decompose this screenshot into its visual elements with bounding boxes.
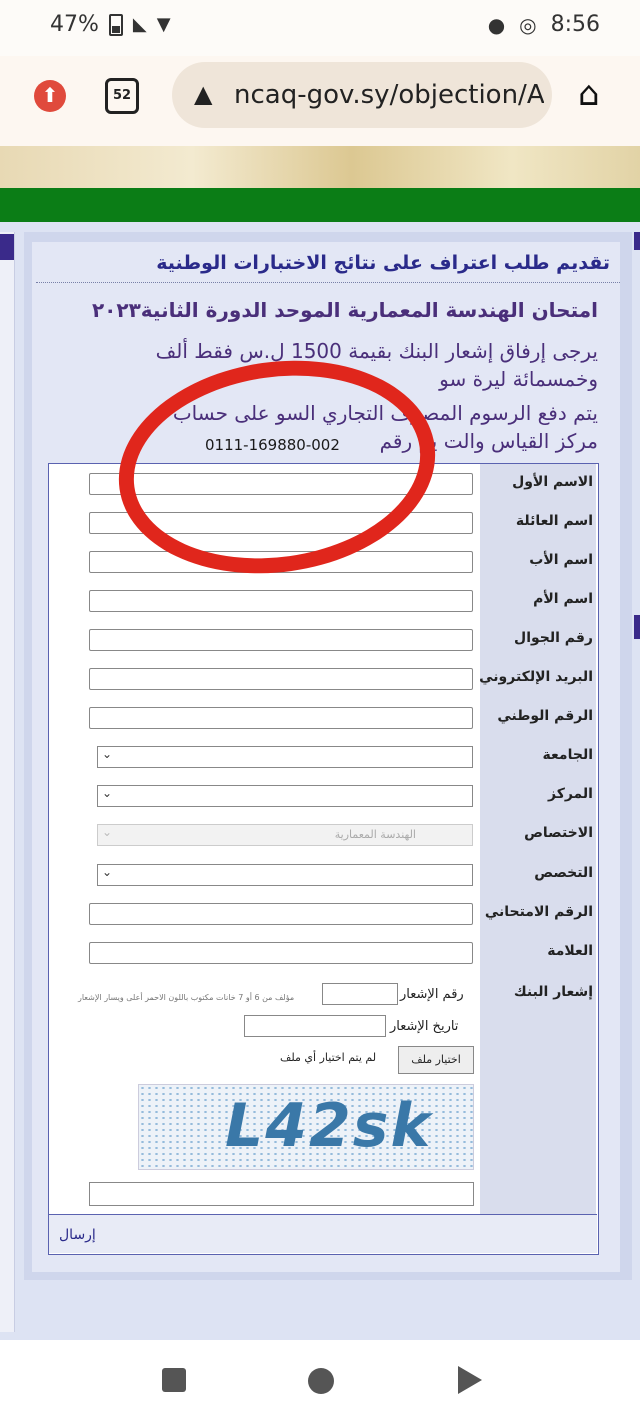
chevron-down-icon: ⌄ [102, 825, 113, 839]
home-icon[interactable]: ⌂ [578, 74, 600, 114]
form-row-mobile: رقم الجوال [49, 620, 597, 658]
choose-file-button[interactable]: اختيار ملف [398, 1046, 474, 1074]
tab-switcher-button[interactable]: 52 [105, 78, 139, 114]
form-row-specialization: الاختصاص ⌄ الهندسة المعمارية [49, 815, 597, 853]
university-label: الجامعة [542, 747, 593, 763]
notice-date-label: تاريخ الإشعار [390, 1019, 459, 1034]
captcha-input[interactable] [89, 1182, 474, 1206]
mobile-field[interactable] [89, 629, 473, 651]
header-banner [0, 146, 640, 188]
form-row-exam-number: الرقم الامتحاني [49, 894, 597, 932]
battery-icon [108, 13, 123, 36]
signal-icon: ◣ [132, 14, 147, 35]
grade-field[interactable] [89, 942, 473, 964]
center-select[interactable]: ⌄ [97, 785, 473, 807]
specialization-value: الهندسة المعمارية [334, 828, 416, 841]
chevron-down-icon: ⌄ [102, 865, 113, 879]
divider [36, 282, 620, 283]
whatsapp-icon: ◎ [519, 12, 537, 37]
mother-name-field[interactable] [89, 590, 473, 612]
captcha-text: L42sk [225, 1091, 433, 1161]
chevron-down-icon: ⌄ [102, 786, 113, 800]
form-row-national-id: الرقم الوطني [49, 698, 597, 736]
page-title: تقديم طلب اعتراف على نتائج الاختبارات ال… [156, 252, 610, 274]
submit-button[interactable]: إرسال [59, 1227, 96, 1243]
mobile-label: رقم الجوال [514, 630, 593, 646]
email-field[interactable] [89, 668, 473, 690]
back-icon[interactable] [458, 1366, 482, 1394]
email-label: البريد الإلكتروني [479, 669, 593, 685]
submit-row: إرسال [49, 1214, 597, 1253]
form-row-email: البريد الإلكتروني [49, 659, 597, 697]
father-name-label: اسم الأب [529, 552, 593, 568]
green-header-bar [0, 188, 640, 222]
left-sidebar-edge [0, 232, 15, 1332]
recents-icon[interactable] [162, 1368, 186, 1392]
right-edge-marker [634, 615, 640, 639]
specialization-label: الاختصاص [524, 825, 593, 841]
url-text[interactable]: ncaq-gov.sy/objection/A [234, 80, 544, 110]
notice-number-hint: مؤلف من 6 أو 7 خانات مكتوب باللون الاحمر… [78, 993, 295, 1002]
clock: 8:56 [550, 12, 600, 37]
family-name-label: اسم العائلة [515, 513, 593, 529]
wifi-icon: ▼ [156, 14, 171, 35]
form-row-center: المركز ⌄ [49, 776, 597, 814]
specialization-select: ⌄ الهندسة المعمارية [97, 824, 473, 846]
university-select[interactable]: ⌄ [97, 746, 473, 768]
national-id-label: الرقم الوطني [497, 708, 593, 724]
notice-number-field[interactable] [322, 983, 398, 1005]
form-row-subspecialty: التخصص ⌄ [49, 855, 597, 893]
bank-notice-label: إشعار البنك [513, 984, 593, 1000]
address-bar[interactable]: ▲ ncaq-gov.sy/objection/A [172, 62, 552, 128]
national-id-field[interactable] [89, 707, 473, 729]
form-row-university: الجامعة ⌄ [49, 737, 597, 775]
right-edge-marker [634, 232, 640, 250]
first-name-label: الاسم الأول [512, 474, 593, 490]
messenger-icon: ● [487, 12, 506, 37]
exam-title: امتحان الهندسة المعمارية الموحد الدورة ا… [91, 298, 598, 322]
instruction-line: يرجى إرفاق إشعار البنك بقيمة 1500 ل.س فق… [155, 339, 598, 363]
notice-date-field[interactable] [244, 1015, 386, 1037]
home-nav-icon[interactable] [308, 1368, 334, 1394]
form-row-grade: العلامة [49, 933, 597, 971]
center-label: المركز [547, 786, 593, 802]
battery-percent: 47% [50, 12, 99, 37]
captcha-image: L42sk [138, 1084, 474, 1170]
file-status: لم يتم اختيار أي ملف [280, 1051, 377, 1064]
exam-number-label: الرقم الامتحاني [484, 904, 593, 920]
subspecialty-label: التخصص [534, 865, 593, 881]
exam-number-field[interactable] [89, 903, 473, 925]
status-bar: 47% ◣ ▼ ● ◎ 8:56 [0, 0, 640, 56]
grade-label: العلامة [547, 943, 593, 959]
warning-icon[interactable]: ▲ [194, 80, 212, 108]
subspecialty-select[interactable]: ⌄ [97, 864, 473, 886]
notice-number-label: رقم الإشعار [400, 987, 464, 1002]
upload-icon[interactable]: ⬆ [34, 80, 66, 112]
chevron-down-icon: ⌄ [102, 747, 113, 761]
form-row-mother-name: اسم الأم [49, 581, 597, 619]
system-nav-bar [0, 1340, 640, 1423]
browser-toolbar: ⬆ 52 ▲ ncaq-gov.sy/objection/A ⌂ [0, 56, 640, 146]
mother-name-label: اسم الأم [533, 591, 593, 607]
